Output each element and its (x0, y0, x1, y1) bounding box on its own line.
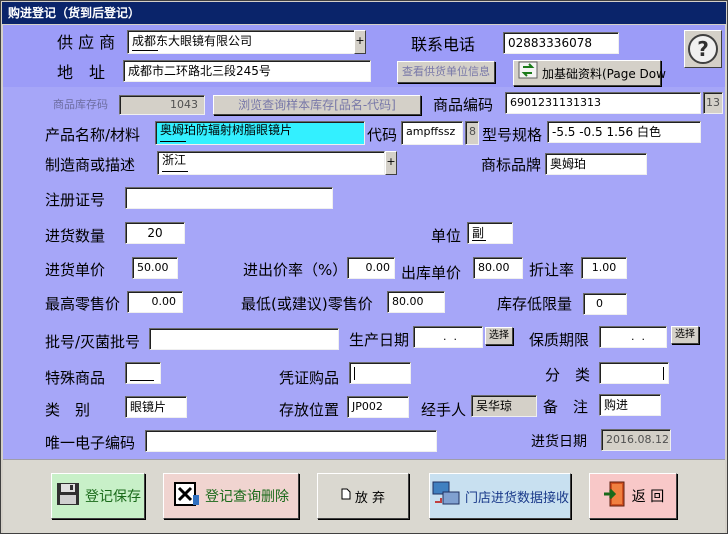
blank-page-icon (341, 488, 351, 504)
prod-date-select-button[interactable]: 选择 (485, 327, 513, 345)
batch-label: 批号/灭菌批号 (45, 333, 141, 351)
location-field[interactable]: JP002 (347, 396, 409, 418)
prod-date-label: 生产日期 (349, 331, 410, 349)
exit-door-icon (602, 480, 628, 512)
product-code-field[interactable]: 6901231131313 (505, 92, 701, 114)
help-button[interactable]: ? (684, 30, 722, 68)
price-rate-field[interactable]: 0.00 (347, 257, 395, 279)
purchase-register-window: 购进登记（货到后登记） 供 应 商 成都东大眼镜有限公司 + 联系电话 0288… (0, 0, 728, 534)
code-label: 代码 (367, 126, 398, 144)
min-retail-label: 最低(或建议)零售价 (241, 295, 373, 313)
brand-label: 商标品牌 (481, 156, 542, 174)
model-field[interactable]: -5.5 -0.5 1.56 白色 (547, 121, 701, 143)
max-retail-field[interactable]: 0.00 (127, 291, 183, 313)
handler-label: 经手人 (421, 401, 467, 419)
buy-date-field: 2016.08.12 (601, 429, 671, 451)
back-label: 返 回 (631, 489, 665, 505)
product-name-field[interactable]: 奥姆珀防辐射树脂眼镜片 (155, 121, 365, 145)
batch-field[interactable] (149, 328, 339, 350)
special-label: 特殊商品 (45, 369, 106, 387)
discount-label: 折让率 (529, 261, 575, 279)
maker-field[interactable]: 浙江 (157, 151, 385, 175)
buy-price-label: 进货单价 (45, 261, 106, 279)
window-title: 购进登记（货到后登记） (2, 2, 726, 24)
ecode-label: 唯一电子编码 (45, 434, 136, 452)
expiry-field[interactable]: . . (599, 326, 667, 348)
max-retail-label: 最高零售价 (45, 295, 121, 313)
back-button[interactable]: 返 回 (589, 473, 677, 519)
category-field[interactable] (599, 362, 669, 384)
remark-field[interactable]: 购进 (599, 394, 661, 416)
unit-label: 单位 (431, 227, 462, 245)
browse-sample-button[interactable]: 浏览查询样本库存[品名-代码] (213, 95, 421, 115)
phone-label: 联系电话 (411, 35, 476, 54)
address-field[interactable]: 成都市二环路北三段245号 (123, 60, 371, 82)
refresh-arrow-icon (518, 61, 538, 87)
view-supplier-button[interactable]: 查看供货单位信息 (397, 61, 495, 83)
discount-field[interactable]: 1.00 (581, 257, 627, 279)
save-button[interactable]: 登记保存 (51, 473, 145, 519)
discard-button[interactable]: 放 弃 (317, 473, 409, 519)
supplier-label: 供 应 商 (57, 33, 116, 52)
receive-store-data-button[interactable]: 门店进货数据接收 (429, 473, 571, 519)
qty-label: 进货数量 (45, 227, 106, 245)
product-name-value: 奥姆珀防辐射树脂眼镜片 (160, 123, 293, 137)
brand-field[interactable]: 奥姆珀 (545, 153, 647, 175)
out-price-label: 出库单价 (401, 264, 462, 282)
remark-label: 备 注 (543, 398, 589, 416)
min-retail-field[interactable]: 80.00 (387, 291, 445, 313)
supplier-dropdown-button[interactable]: + (354, 30, 366, 54)
supplier-value: 成都东大眼镜有限公司 (132, 34, 253, 48)
product-name-label: 产品名称/材料 (45, 126, 141, 144)
voucher-label: 凭证购品 (279, 369, 340, 387)
product-code-label: 商品编码 (433, 96, 494, 114)
reg-no-field[interactable] (125, 187, 333, 209)
reg-no-label: 注册证号 (45, 191, 106, 209)
maker-label: 制造商或描述 (45, 156, 136, 174)
add-basic-data-button[interactable]: 加基础资料(Page Dow (513, 60, 666, 87)
code-field[interactable]: ampffssz (401, 121, 463, 145)
out-price-field[interactable]: 80.00 (473, 257, 523, 279)
question-icon: ? (688, 34, 718, 64)
model-label: 型号规格 (482, 126, 543, 144)
location-label: 存放位置 (279, 401, 340, 419)
prod-date-field[interactable]: . . (413, 326, 483, 348)
product-code-length: 13 (703, 92, 723, 114)
query-delete-button[interactable]: 登记查询删除 (163, 473, 299, 519)
stock-code-field: 1043 (119, 95, 205, 115)
handler-field: 吴华琼 (471, 395, 537, 417)
delete-record-icon (173, 481, 201, 511)
stock-code-label: 商品库存码 (53, 98, 108, 111)
computer-transfer-icon (431, 480, 461, 512)
buy-date-label: 进货日期 (531, 434, 587, 450)
query-delete-label: 登记查询删除 (205, 489, 289, 505)
buy-price-field[interactable]: 50.00 (132, 257, 178, 279)
maker-dropdown-button[interactable]: + (385, 151, 397, 175)
discard-label: 放 弃 (354, 490, 386, 506)
floppy-disk-icon (55, 481, 81, 511)
min-stock-label: 库存低限量 (497, 295, 573, 313)
unit-field[interactable]: 副 (467, 222, 513, 244)
expiry-select-button[interactable]: 选择 (671, 326, 699, 344)
phone-field[interactable]: 02883336078 (503, 32, 619, 54)
code-length: 8 (465, 121, 479, 145)
ecode-field[interactable] (145, 430, 437, 452)
address-label: 地 址 (57, 63, 106, 82)
maker-value: 浙江 (162, 153, 187, 167)
price-rate-label: 进出价率（%） (243, 261, 348, 279)
supplier-field[interactable]: 成都东大眼镜有限公司 (127, 30, 355, 54)
min-stock-field[interactable]: 0 (583, 293, 627, 315)
receive-store-data-label: 门店进货数据接收 (464, 490, 569, 506)
expiry-label: 保质期限 (529, 331, 590, 349)
type-label: 类 别 (45, 401, 91, 419)
add-basic-data-label: 加基础资料(Page Dow (542, 67, 666, 81)
special-field[interactable] (125, 362, 161, 384)
voucher-field[interactable] (349, 362, 411, 384)
qty-field[interactable]: 20 (125, 222, 185, 244)
save-label: 登记保存 (85, 489, 141, 505)
type-field[interactable]: 眼镜片 (125, 396, 187, 418)
category-label: 分 类 (545, 366, 591, 384)
unit-value: 副 (472, 226, 485, 240)
